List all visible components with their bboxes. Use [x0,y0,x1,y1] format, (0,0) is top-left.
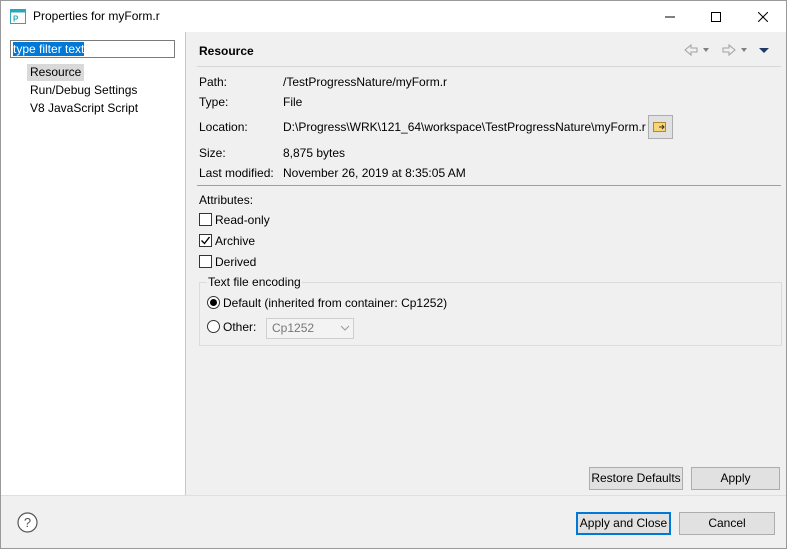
window-title: Properties for myForm.r [33,9,160,23]
tree-item-v8-javascript-script[interactable]: V8 JavaScript Script [27,100,141,117]
svg-text:P: P [13,15,19,24]
archive-checkbox[interactable] [199,234,212,247]
apply-and-close-button[interactable]: Apply and Close [576,512,671,535]
page-title: Resource [199,44,254,58]
close-icon [758,11,768,22]
maximize-button[interactable] [693,1,739,32]
attributes-separator [197,185,781,186]
text-file-encoding-label: Text file encoding [207,275,302,289]
other-encoding-radio[interactable] [207,320,220,333]
tree-item-resource[interactable]: Resource [27,64,85,81]
page-navigation [684,43,769,57]
title-bar: P Properties for myForm.r [1,1,786,32]
minimize-button[interactable] [647,1,693,32]
last-modified-label: Last modified: [199,166,274,180]
derived-checkbox[interactable] [199,255,212,268]
restore-defaults-button[interactable]: Restore Defaults [589,467,683,490]
attributes-label: Attributes: [199,193,254,207]
property-page: Resource Path: /TestProgressNature/myFor… [187,32,786,495]
other-encoding-label[interactable]: Other: [223,320,256,334]
page-tree-pane: type filter text Resource Run/Debug Sett… [1,32,186,495]
read-only-checkbox[interactable] [199,213,212,226]
filter-input[interactable]: type filter text [10,40,175,58]
open-location-icon [653,122,666,132]
bottom-separator [1,495,786,496]
forward-arrow-icon[interactable] [722,43,747,57]
properties-app-icon: P [10,9,26,24]
view-menu-icon[interactable] [759,48,769,53]
chevron-down-icon [340,325,350,331]
check-icon [201,236,211,245]
apply-button[interactable]: Apply [691,467,780,490]
type-value: File [283,95,303,109]
size-label: Size: [199,146,226,160]
type-label: Type: [199,95,229,109]
close-button[interactable] [740,1,786,32]
header-separator [197,66,781,67]
svg-text:?: ? [24,515,31,530]
location-label: Location: [199,120,248,134]
size-value: 8,875 bytes [283,146,346,160]
default-encoding-label[interactable]: Default (inherited from container: Cp125… [223,296,447,310]
default-encoding-radio[interactable] [207,296,220,309]
read-only-label[interactable]: Read-only [215,213,270,227]
location-value: D:\Progress\WRK\121_64\workspace\TestPro… [283,120,646,134]
derived-label[interactable]: Derived [215,255,256,269]
properties-dialog: P Properties for myForm.r type filter te… [0,0,787,549]
help-icon[interactable]: ? [17,512,38,533]
minimize-icon [665,16,675,17]
encoding-select-value: Cp1252 [272,321,315,335]
open-location-button[interactable] [648,115,673,139]
cancel-button[interactable]: Cancel [679,512,775,535]
back-arrow-icon[interactable] [684,43,709,57]
maximize-icon [711,11,721,22]
radio-selected-dot [210,299,217,306]
archive-label[interactable]: Archive [215,234,255,248]
filter-text: type filter text [13,42,85,56]
last-modified-value: November 26, 2019 at 8:35:05 AM [283,166,466,180]
path-value: /TestProgressNature/myForm.r [283,75,448,89]
tree-item-run-debug-settings[interactable]: Run/Debug Settings [27,82,140,99]
encoding-select[interactable]: Cp1252 [266,318,354,339]
path-label: Path: [199,75,228,89]
